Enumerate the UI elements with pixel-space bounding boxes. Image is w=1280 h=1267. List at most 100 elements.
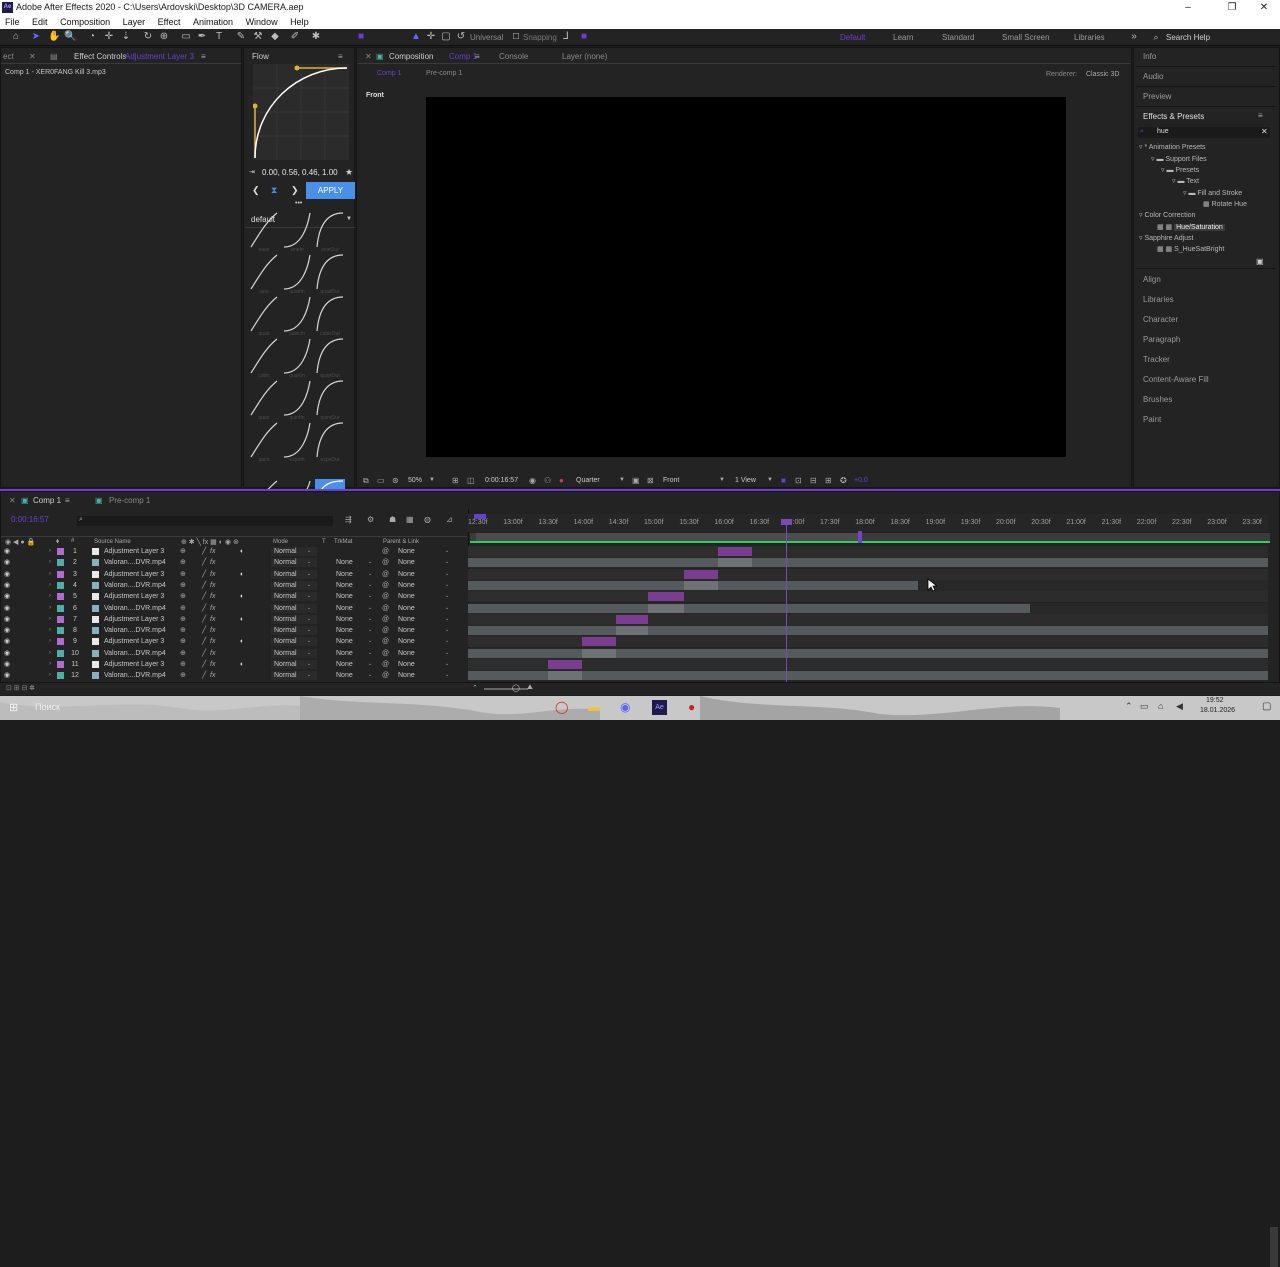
comp-mini-flowchart-icon[interactable]: ⇶: [345, 515, 352, 524]
quality-icon[interactable]: ╱: [202, 591, 206, 602]
shy-icon[interactable]: ⊕: [180, 636, 186, 647]
trkmat-select[interactable]: None: [336, 614, 353, 625]
layer-duration-bar[interactable]: [468, 603, 1030, 613]
mode-select[interactable]: Normal: [274, 557, 297, 568]
pick-whip-icon[interactable]: @: [382, 636, 389, 647]
mode-select[interactable]: Normal: [274, 670, 297, 681]
chevron-down-icon[interactable]: ▼: [429, 477, 435, 483]
zoom-slider-thumb[interactable]: ◯: [512, 684, 520, 692]
audio-panel-header[interactable]: Audio: [1143, 72, 1163, 81]
shy-icon[interactable]: ⊕: [180, 625, 186, 636]
mode-select[interactable]: Normal: [274, 648, 297, 659]
parent-select[interactable]: None: [398, 546, 415, 557]
obs-app-icon[interactable]: ●: [688, 700, 695, 714]
layer-name[interactable]: Valoran....DVR.mp4: [104, 603, 166, 614]
brush-tool-icon[interactable]: ✎: [235, 31, 247, 43]
mode-select[interactable]: Normal: [274, 614, 297, 625]
panel-menu-icon[interactable]: ≡: [1258, 111, 1263, 120]
view-axis-icon[interactable]: ▢: [440, 31, 452, 43]
chevron-down-icon[interactable]: ⌄: [368, 557, 372, 568]
flow-curve-graph[interactable]: [253, 64, 349, 160]
discord-app-icon[interactable]: ◉: [620, 700, 630, 714]
ease-preset-quadOut[interactable]: quadOut: [315, 253, 345, 295]
ease-preset-ease[interactable]: ease: [249, 211, 279, 253]
quality-icon[interactable]: ╱: [202, 625, 206, 636]
shy-icon[interactable]: ⊕: [180, 659, 186, 670]
layer-duration-bar[interactable]: [468, 671, 1268, 681]
tab-console[interactable]: Console: [499, 52, 528, 61]
shy-icon[interactable]: ⊕: [180, 648, 186, 659]
expand-layer-icon[interactable]: ›: [49, 670, 51, 681]
zoom-slider[interactable]: [484, 688, 528, 690]
visibility-eye-icon[interactable]: ◉: [4, 670, 10, 681]
ease-preset-quad[interactable]: quad: [249, 295, 279, 337]
visibility-eye-icon[interactable]: ◉: [4, 580, 10, 591]
chevron-down-icon[interactable]: ⌄: [445, 591, 449, 602]
trkmat-select[interactable]: None: [336, 670, 353, 681]
label-color-swatch[interactable]: [57, 649, 64, 657]
label-color-swatch[interactable]: [57, 627, 64, 635]
notifications-icon[interactable]: ▢: [1262, 701, 1271, 712]
layer-row[interactable]: ◉ › 5 Adjustment Layer 3 ⊕ ╱ fx ◐ Normal ⌄ None ⌄ @ N…: [0, 591, 466, 602]
shy-icon[interactable]: ⊕: [180, 603, 186, 614]
layer-row[interactable]: ◉ › 7 Adjustment Layer 3 ⊕ ╱ fx ◐ Normal ⌄ None ⌄ @ N…: [0, 614, 466, 625]
chevron-down-icon[interactable]: ⌄: [307, 546, 311, 557]
parent-select[interactable]: None: [398, 580, 415, 591]
tree-s-huesatbright[interactable]: ▦ ▦ S_HueSatBright: [1157, 245, 1224, 253]
shy-layers-icon[interactable]: ☗: [389, 515, 396, 524]
workspace-libraries[interactable]: Libraries: [1074, 33, 1105, 42]
mode-select[interactable]: Normal: [274, 603, 297, 614]
layer-track[interactable]: [468, 579, 1268, 591]
chevron-down-icon[interactable]: ⌄: [307, 580, 311, 591]
expand-layer-icon[interactable]: ›: [49, 603, 51, 614]
shy-icon[interactable]: ⊕: [180, 670, 186, 681]
trkmat-select[interactable]: None: [336, 580, 353, 591]
layer-duration-bar[interactable]: [548, 660, 582, 669]
layer-row[interactable]: ◉ › 2 Valoran....DVR.mp4 ⊕ ╱ fx Normal ⌄ None ⌄ @ No…: [0, 557, 466, 568]
layer-track[interactable]: [468, 647, 1268, 659]
rotate-tool-icon[interactable]: ↻: [142, 31, 154, 43]
visibility-eye-icon[interactable]: ◉: [4, 636, 10, 647]
trkmat-select[interactable]: None: [336, 648, 353, 659]
flow-mode-icon[interactable]: ⧗: [271, 185, 277, 196]
effects-presets-header[interactable]: Effects & Presets: [1143, 112, 1204, 121]
layer-row[interactable]: ◉ › 1 Adjustment Layer 3 ⊕ ╱ fx ◐ Normal ⌄ @ None ⌄: [0, 546, 466, 557]
layer-track[interactable]: [468, 568, 1268, 580]
layer-row[interactable]: ◉ › 10 Valoran....DVR.mp4 ⊕ ╱ fx Normal ⌄ None ⌄ @ N…: [0, 648, 466, 659]
fast-preview-icon[interactable]: ⊡: [795, 476, 802, 485]
clone-stamp-icon[interactable]: ⚒: [252, 31, 264, 43]
rectangle-tool-icon[interactable]: ▭: [180, 31, 192, 43]
3d-view-select[interactable]: Front: [663, 477, 679, 484]
ease-preset-expoIn[interactable]: expoIn: [282, 421, 312, 463]
tab-flow[interactable]: Flow: [252, 52, 269, 61]
world-axis-icon[interactable]: ✛: [425, 31, 437, 43]
fx-icon[interactable]: fx: [210, 670, 215, 681]
libraries-panel-header[interactable]: Libraries: [1143, 295, 1174, 304]
draft-3d-icon[interactable]: ⚙: [367, 515, 374, 524]
layer-track[interactable]: [468, 591, 1268, 603]
quality-icon[interactable]: ╱: [202, 636, 206, 647]
type-tool-icon[interactable]: T: [213, 31, 225, 43]
mode-select[interactable]: Normal: [274, 625, 297, 636]
motion-blur-icon[interactable]: ◍: [424, 515, 431, 524]
tab-pre-comp-1[interactable]: Pre-comp 1: [109, 496, 150, 505]
layer-duration-bar[interactable]: [468, 558, 1268, 568]
adjustment-switch-icon[interactable]: ◐: [240, 614, 244, 625]
label-color-swatch[interactable]: [57, 559, 64, 567]
quality-icon[interactable]: ╱: [202, 659, 206, 670]
fx-icon[interactable]: fx: [210, 580, 215, 591]
chevron-down-icon[interactable]: ⌄: [368, 603, 372, 614]
fx-icon[interactable]: fx: [210, 603, 215, 614]
layer-active-segment[interactable]: [616, 626, 648, 636]
resolution-select[interactable]: Quarter: [576, 477, 600, 484]
chevron-down-icon[interactable]: ⌄: [307, 591, 311, 602]
tab-layer[interactable]: Layer (none): [562, 52, 607, 61]
effects-search-field[interactable]: ⌕ hue ✕: [1138, 127, 1270, 138]
label-color-swatch[interactable]: [57, 593, 64, 601]
chevron-down-icon[interactable]: ▼: [719, 477, 725, 483]
pick-whip-icon[interactable]: @: [382, 625, 389, 636]
layer-row[interactable]: ◉ › 9 Adjustment Layer 3 ⊕ ╱ fx ◐ Normal ⌄ None ⌄ @ N…: [0, 636, 466, 647]
flow-link-icon[interactable]: ⇥: [249, 168, 255, 176]
reset-exposure-icon[interactable]: ✪: [840, 476, 847, 485]
roi-icon[interactable]: ▣: [632, 476, 640, 485]
